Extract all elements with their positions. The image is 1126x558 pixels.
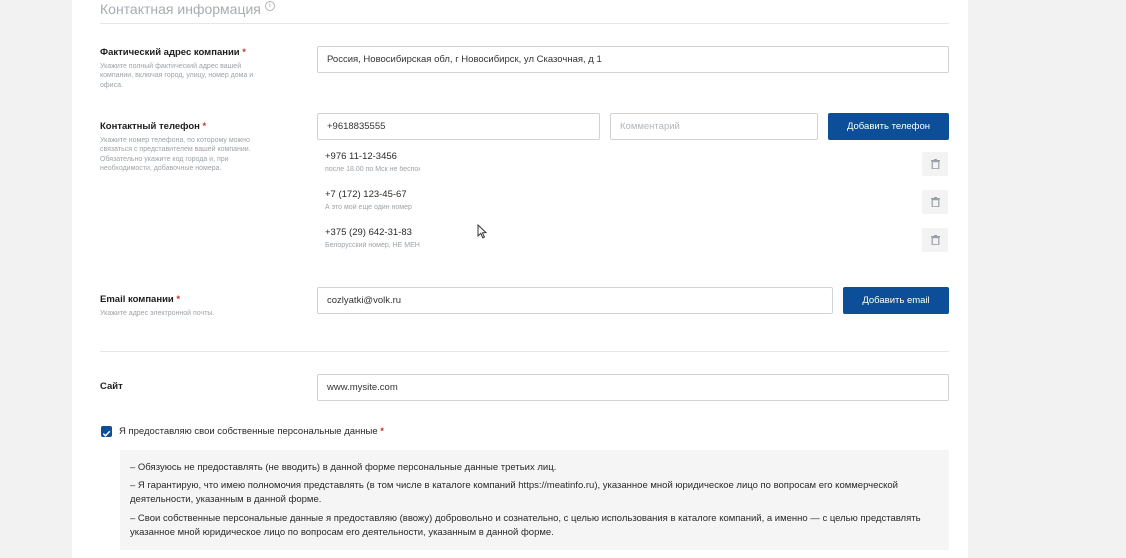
checkmark-icon: [102, 430, 111, 437]
phone-list-number: +976 11-12-3456: [325, 151, 397, 162]
phone-hint: Укажите номер телефона, по которому можн…: [100, 137, 251, 173]
phone-list-comment: А это мой еще один номер: [325, 204, 412, 211]
divider: [100, 351, 949, 352]
phone-list-number: +375 (29) 642-31-83: [325, 227, 412, 238]
required-mark: *: [242, 47, 246, 58]
trash-icon: [930, 197, 940, 207]
site-input[interactable]: www.mysite.com: [317, 374, 949, 401]
email-label-text: Email компании: [100, 294, 174, 305]
address-input[interactable]: Россия, Новосибирская обл, г Новосибирск…: [317, 46, 949, 73]
consent-label[interactable]: Я предоставляю свои собственные персонал…: [119, 426, 384, 437]
add-phone-button[interactable]: Добавить телефон: [828, 113, 949, 140]
trash-icon: [930, 235, 940, 245]
trash-icon: [930, 159, 940, 169]
consent-checkbox[interactable]: [101, 426, 112, 437]
address-label-text: Фактический адрес компании: [100, 47, 240, 58]
section-title-text: Контактная информация: [100, 1, 261, 17]
delete-phone-button[interactable]: [922, 228, 948, 252]
email-input[interactable]: cozlyatki@volk.ru: [317, 287, 833, 314]
phone-list-comment: после 18.00 по Мск не беспокоить: [325, 166, 420, 173]
consent-text-line: деятельности, указанным в данной форме.: [130, 494, 322, 505]
delete-phone-button[interactable]: [922, 152, 948, 176]
consent-text-line: указанное мной юридическое лицо по вопро…: [130, 527, 554, 538]
required-mark: *: [380, 426, 384, 437]
consent-text-line: – Я гарантирую, что имею полномочия пред…: [130, 480, 898, 491]
email-hint: Укажите адрес электронной почты.: [100, 310, 215, 317]
phone-list-comment: Белорусский номер, НЕ МЕНЯТЬ: [325, 242, 420, 249]
email-label: Email компании *: [100, 294, 180, 305]
phone-label-text: Контактный телефон: [100, 121, 200, 132]
required-mark: *: [202, 121, 207, 132]
address-label: Фактический адрес компании *: [100, 47, 246, 58]
consent-text-line: – Обязуюсь не предоставлять (не вводить)…: [130, 462, 557, 473]
phone-comment-input[interactable]: Комментарий: [610, 113, 818, 140]
section-title: Контактная информация i: [100, 1, 275, 17]
phone-label: Контактный телефон *: [100, 121, 206, 132]
consent-label-text: Я предоставляю свои собственные персонал…: [119, 426, 378, 437]
add-email-button[interactable]: Добавить email: [843, 287, 949, 314]
phone-list-number: +7 (172) 123-45-67: [325, 189, 407, 200]
delete-phone-button[interactable]: [922, 190, 948, 214]
consent-text-line: – Свои собственные персональные данные я…: [130, 513, 921, 524]
required-mark: *: [176, 294, 181, 305]
mouse-cursor-icon: [477, 224, 487, 239]
info-icon[interactable]: i: [264, 1, 275, 11]
site-label: Сайт: [100, 381, 123, 392]
phone-input[interactable]: +9618835555: [317, 113, 600, 140]
divider: [100, 23, 949, 24]
address-hint: Укажите полный фактический адрес вашей к…: [100, 63, 254, 89]
